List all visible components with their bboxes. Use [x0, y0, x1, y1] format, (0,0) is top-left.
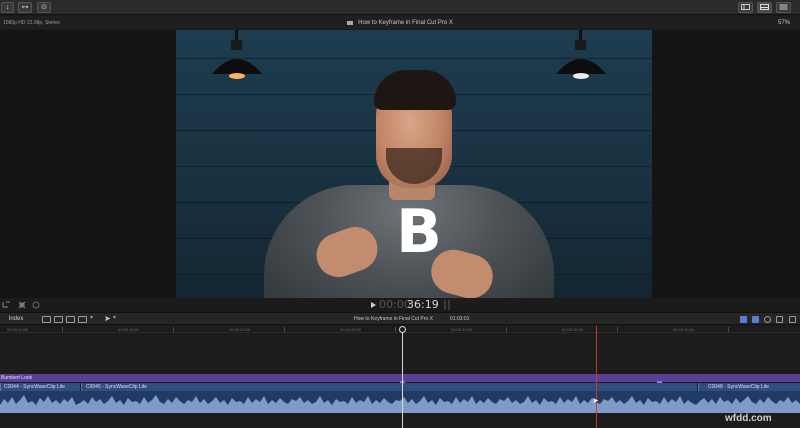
snapping-icon[interactable]	[776, 316, 783, 323]
overlay-letter: B	[396, 197, 442, 267]
ruler-tick-label: 00:00:20:00	[229, 327, 251, 332]
chevron-down-icon[interactable]: ▾	[90, 314, 93, 321]
viewer-title-text: How to Keyframe in Final Cut Pro X	[358, 20, 453, 26]
viewer-title: How to Keyframe in Final Cut Pro X	[0, 20, 800, 26]
main-toolbar: ↓ ⊶ ⊙	[0, 0, 800, 15]
timecode-display[interactable]: 36:19	[407, 298, 439, 311]
keyword-icon[interactable]: ⊶	[18, 2, 32, 13]
video-frame: B	[176, 30, 652, 298]
clip-insert-icon[interactable]	[54, 316, 63, 323]
clip-append-icon[interactable]	[66, 316, 75, 323]
zoom-dropdown[interactable]: 57%	[778, 20, 790, 26]
transform-tools[interactable]	[2, 301, 42, 311]
audio-meter-left	[444, 300, 446, 310]
ruler-tick-label: 00:00:40:00	[673, 327, 695, 332]
timeline-layout-icon[interactable]	[757, 2, 772, 13]
clip-overwrite-icon[interactable]	[78, 316, 87, 323]
person-hair	[374, 70, 456, 110]
clip-label: C0044 - SyncWaveClip Lite	[4, 384, 65, 390]
audio-skimming-icon[interactable]	[752, 316, 759, 323]
timeline-project-title: How to Keyframe in Final Cut Pro X	[354, 316, 433, 322]
video-clip[interactable]	[81, 383, 697, 391]
timeline-duration: 01:03:01	[450, 316, 470, 322]
clapper-icon	[347, 20, 354, 25]
clip-connect-icon[interactable]	[42, 316, 51, 323]
lamp-left	[212, 30, 262, 79]
clip-label: C0048 - SyncWaveClip Lite	[708, 384, 769, 390]
skimming-icon[interactable]	[740, 316, 747, 323]
ruler-tick-label: 00:00:15:00	[118, 327, 140, 332]
ruler-tick-label: 00:00:30:00	[451, 327, 473, 332]
libraries-layout-icon[interactable]	[738, 2, 753, 13]
mouse-cursor-icon: ➤	[592, 396, 599, 405]
skimmer-line	[596, 326, 597, 428]
watermark: wfdd.com	[725, 413, 772, 424]
select-tool-icon[interactable]: ➤	[104, 314, 111, 323]
timecode-dim: 00:00	[379, 298, 411, 311]
background-tasks-icon[interactable]: ⊙	[37, 2, 51, 13]
import-icon[interactable]: ↓	[1, 2, 14, 13]
viewer-info-bar: 1080p HD 23.98p, Stereo How to Keyframe …	[0, 16, 800, 29]
inspector-layout-icon[interactable]	[776, 2, 791, 13]
timeline-header: Index ▾ ➤ ▾ How to Keyframe in Final Cut…	[0, 312, 800, 325]
tool-chevron-icon[interactable]: ▾	[113, 314, 116, 321]
solo-icon[interactable]	[764, 316, 771, 323]
ruler-tick-label: 00:00:10:00	[7, 327, 29, 332]
clip-label: C0045 - SyncWaveClip Lite	[86, 384, 147, 390]
play-icon[interactable]	[371, 302, 376, 308]
audio-meter-right	[448, 300, 450, 310]
playhead[interactable]	[402, 326, 403, 428]
clip-appearance-icon[interactable]	[789, 316, 796, 323]
playhead-handle[interactable]	[399, 326, 406, 333]
ruler-tick-label: 00:00:35:00	[562, 327, 584, 332]
audio-waveform-track[interactable]	[0, 391, 800, 413]
ruler-tick-label: 00:00:25:00	[340, 327, 362, 332]
lamp-right	[556, 30, 606, 79]
audio-waveform	[0, 395, 800, 413]
title-clip-label: Bumbert Look	[1, 375, 33, 381]
index-button[interactable]: Index	[3, 315, 29, 324]
